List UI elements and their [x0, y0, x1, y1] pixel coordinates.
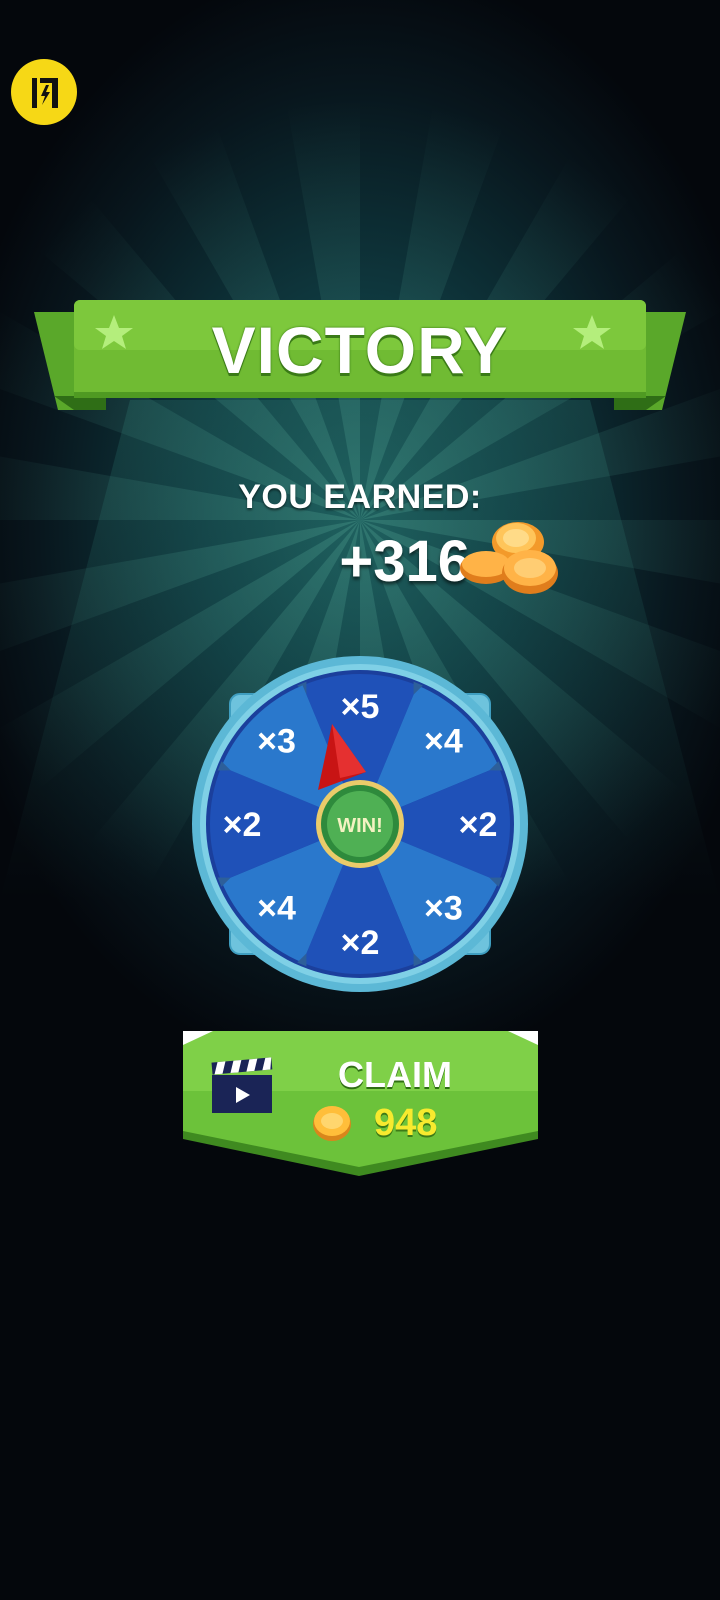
wheel-segment-label: ×2 — [459, 806, 498, 844]
coins-icon — [460, 522, 558, 594]
wheel-segment-label: ×3 — [257, 723, 296, 761]
wheel-segment-label: ×4 — [424, 723, 463, 761]
claim-amount: 948 — [374, 1102, 438, 1144]
victory-title: VICTORY — [211, 313, 509, 387]
claim-label: CLAIM — [338, 1054, 452, 1095]
wheel-center-label: WIN! — [337, 815, 383, 837]
bonus-wheel[interactable]: ×5 ×4 ×2 ×3 ×2 ×4 ×2 ×3 WIN! — [190, 654, 530, 994]
wheel-segment-label: ×2 — [341, 924, 380, 962]
lightning-badge-icon[interactable] — [11, 59, 77, 125]
victory-screen: VICTORY YOU EARNED: +316 ×5 ×4 ×2 ×3 ×2 ×4 ×2 ×… — [0, 0, 720, 1600]
wheel-segment-label: ×4 — [257, 889, 296, 927]
wheel-segment-label: ×3 — [424, 889, 463, 927]
earned-label: YOU EARNED: — [238, 478, 482, 516]
coin-icon — [313, 1106, 351, 1141]
wheel-segment-label: ×2 — [223, 806, 262, 844]
wheel-segment-label: ×5 — [341, 688, 380, 726]
video-clapperboard-icon — [211, 1057, 273, 1113]
earned-amount: +316 — [339, 529, 470, 594]
badge-glyph-icon — [32, 78, 58, 108]
